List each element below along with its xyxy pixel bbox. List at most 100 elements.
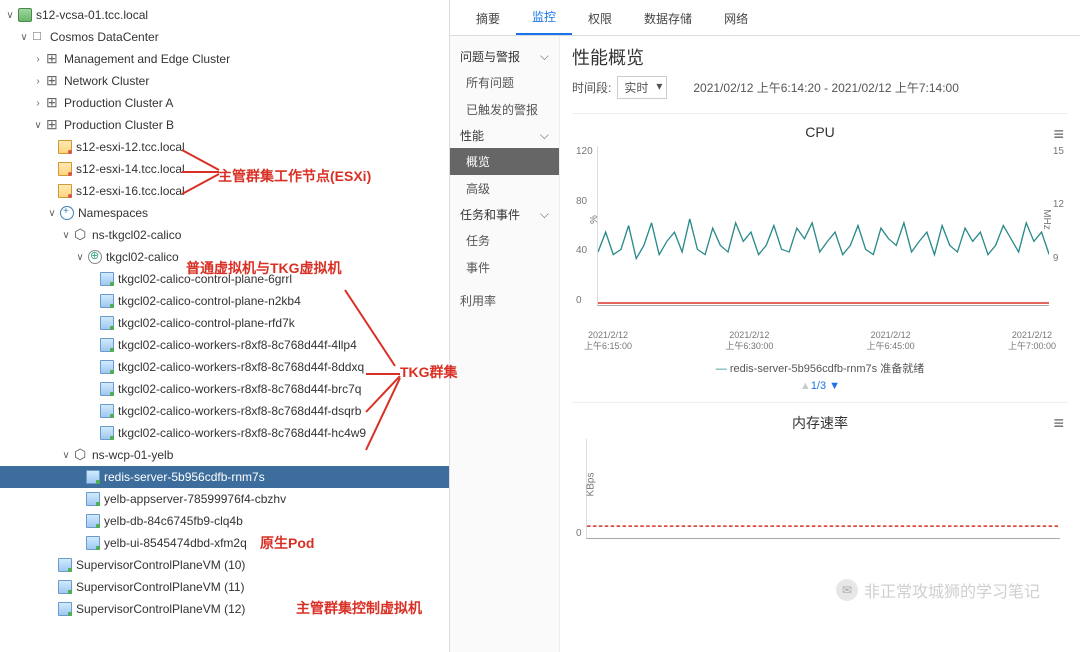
main-panel: 摘要 监控 权限 数据存储 网络 问题与警报⌵ 所有问题 已触发的警报 性能⌵ … [450, 0, 1080, 652]
tree-supervisor-vm[interactable]: SupervisorControlPlaneVM (12) [0, 598, 449, 620]
mem-line-svg [587, 439, 1060, 538]
tree-datacenter[interactable]: ∨Cosmos DataCenter [0, 26, 449, 48]
tree-label: tkgcl02-calico-workers-r8xf8-8c768d44f-d… [118, 404, 361, 418]
tree-label: tkgcl02-calico-control-plane-n2kb4 [118, 294, 301, 308]
vm-icon [100, 404, 114, 418]
vm-icon [100, 316, 114, 330]
side-group-issues[interactable]: 问题与警报⌵ [450, 44, 559, 69]
tree-cluster[interactable]: ›Network Cluster [0, 70, 449, 92]
tree-namespaces[interactable]: ∨Namespaces [0, 202, 449, 224]
tree-namespace[interactable]: ∨ns-tkgcl02-calico [0, 224, 449, 246]
y-axis-right [1060, 439, 1068, 539]
cpu-chart-card: CPU ≡ 12080400 % MHz 15129 [572, 113, 1068, 402]
side-events[interactable]: 事件 [450, 254, 559, 281]
tree-host[interactable]: s12-esxi-16.tcc.local [0, 180, 449, 202]
tree-label: s12-vcsa-01.tcc.local [36, 8, 148, 22]
side-advanced[interactable]: 高级 [450, 175, 559, 202]
memory-chart-plot[interactable]: KBps [586, 439, 1060, 539]
tkg-cluster-icon [88, 250, 102, 264]
tree-label: yelb-db-84c6745fb9-clq4b [104, 514, 243, 528]
tree-label: Management and Edge Cluster [64, 52, 230, 66]
monitor-sidebar: 问题与警报⌵ 所有问题 已触发的警报 性能⌵ 概览 高级 任务和事件⌵ 任务 事… [450, 36, 560, 652]
legend-label: redis-server-5b956cdfb-rnm7s 准备就绪 [730, 363, 924, 375]
time-range-text: 2021/02/12 上午6:14:20 - 2021/02/12 上午7:14… [693, 79, 959, 96]
tree-vm[interactable]: tkgcl02-calico-workers-r8xf8-8c768d44f-8… [0, 356, 449, 378]
pager-next[interactable]: ▼ [829, 380, 840, 392]
tree-pod[interactable]: yelb-appserver-78599976f4-cbzhv [0, 488, 449, 510]
tree-supervisor-vm[interactable]: SupervisorControlPlaneVM (11) [0, 576, 449, 598]
tree-label: Production Cluster B [64, 118, 174, 132]
tree-cluster[interactable]: ›Production Cluster A [0, 92, 449, 114]
tree-vm[interactable]: tkgcl02-calico-workers-r8xf8-8c768d44f-d… [0, 400, 449, 422]
tree-vcenter[interactable]: ∨s12-vcsa-01.tcc.local [0, 4, 449, 26]
y-label-left: % [589, 215, 600, 224]
chart-legend: — redis-server-5b956cdfb-rnm7s 准备就绪 [572, 360, 1068, 376]
y-axis-left: 12080400 [572, 146, 597, 306]
tree-pod[interactable]: yelb-db-84c6745fb9-clq4b [0, 510, 449, 532]
tab-summary[interactable]: 摘要 [460, 2, 516, 35]
x-axis: 2021/2/12上午6:15:00 2021/2/12上午6:30:00 20… [572, 326, 1068, 352]
vm-icon [100, 338, 114, 352]
tree-label: SupervisorControlPlaneVM (10) [76, 558, 245, 572]
tree-host[interactable]: s12-esxi-12.tcc.local [0, 136, 449, 158]
host-icon [58, 184, 72, 198]
y-label-right: MHz [1041, 209, 1052, 230]
tree-label: tkgcl02-calico-workers-r8xf8-8c768d44f-8… [118, 360, 364, 374]
y-label-left: KBps [585, 472, 596, 496]
tab-bar: 摘要 监控 权限 数据存储 网络 [450, 0, 1080, 36]
chart-title-memory: 内存速率 [572, 413, 1068, 433]
vm-icon [100, 360, 114, 374]
vm-icon [100, 382, 114, 396]
tree-label: Namespaces [78, 206, 148, 220]
wechat-icon: ✉ [836, 579, 858, 601]
vm-icon [100, 294, 114, 308]
cluster-icon [46, 74, 60, 88]
cluster-icon [46, 52, 60, 66]
tab-datastores[interactable]: 数据存储 [628, 2, 708, 35]
chevron-down-icon: ∨ [32, 119, 44, 131]
tree-label: s12-esxi-12.tcc.local [76, 140, 185, 154]
chart-menu-icon[interactable]: ≡ [1053, 124, 1064, 145]
side-all-issues[interactable]: 所有问题 [450, 69, 559, 96]
tree-label: s12-esxi-14.tcc.local [76, 162, 185, 176]
tree-pod-selected[interactable]: redis-server-5b956cdfb-rnm7s [0, 466, 449, 488]
tree-tkg-cluster[interactable]: ∨tkgcl02-calico [0, 246, 449, 268]
memory-chart-card: 内存速率 ≡ 0 KBps [572, 402, 1068, 559]
tree-cluster[interactable]: › Management and Edge Cluster [0, 48, 449, 70]
tree-namespace[interactable]: ∨ns-wcp-01-yelb [0, 444, 449, 466]
tree-vm[interactable]: tkgcl02-calico-workers-r8xf8-8c768d44f-b… [0, 378, 449, 400]
side-utilization[interactable]: 利用率 [450, 287, 559, 314]
tree-label: Cosmos DataCenter [50, 30, 159, 44]
pod-icon [86, 514, 100, 528]
tree-supervisor-vm[interactable]: SupervisorControlPlaneVM (10) [0, 554, 449, 576]
time-range-dropdown[interactable]: 实时 [617, 76, 667, 99]
side-group-tasks[interactable]: 任务和事件⌵ [450, 202, 559, 227]
tree-pod[interactable]: yelb-ui-8545474dbd-xfm2q [0, 532, 449, 554]
tree-vm[interactable]: tkgcl02-calico-workers-r8xf8-8c768d44f-4… [0, 334, 449, 356]
tree-host[interactable]: s12-esxi-14.tcc.local [0, 158, 449, 180]
tab-networks[interactable]: 网络 [708, 2, 764, 35]
tab-monitor[interactable]: 监控 [516, 0, 572, 35]
tree-cluster[interactable]: ∨ Production Cluster B [0, 114, 449, 136]
inventory-tree[interactable]: ∨s12-vcsa-01.tcc.local ∨Cosmos DataCente… [0, 0, 450, 652]
tree-vm[interactable]: tkgcl02-calico-control-plane-rfd7k [0, 312, 449, 334]
cpu-chart-plot[interactable]: % MHz [597, 146, 1049, 306]
tab-permissions[interactable]: 权限 [572, 2, 628, 35]
tree-label: SupervisorControlPlaneVM (11) [76, 580, 245, 594]
side-overview[interactable]: 概览 [450, 148, 559, 175]
side-tasks[interactable]: 任务 [450, 227, 559, 254]
chevron-right-icon: › [32, 53, 44, 65]
side-triggered-alarms[interactable]: 已触发的警报 [450, 96, 559, 123]
side-head-label: 问题与警报 [460, 48, 520, 65]
tree-vm[interactable]: tkgcl02-calico-control-plane-6grrl [0, 268, 449, 290]
tree-vm[interactable]: tkgcl02-calico-control-plane-n2kb4 [0, 290, 449, 312]
tree-label: Production Cluster A [64, 96, 173, 110]
y-axis-left: 0 [572, 439, 586, 539]
chart-menu-icon[interactable]: ≡ [1053, 413, 1064, 434]
pager-prev[interactable]: ▲ [800, 380, 811, 392]
performance-overview: 性能概览 时间段: 实时 2021/02/12 上午6:14:20 - 2021… [560, 36, 1080, 652]
pager-current: 1/3 [811, 380, 826, 392]
side-group-performance[interactable]: 性能⌵ [450, 123, 559, 148]
tree-vm[interactable]: tkgcl02-calico-workers-r8xf8-8c768d44f-h… [0, 422, 449, 444]
cluster-icon [46, 96, 60, 110]
